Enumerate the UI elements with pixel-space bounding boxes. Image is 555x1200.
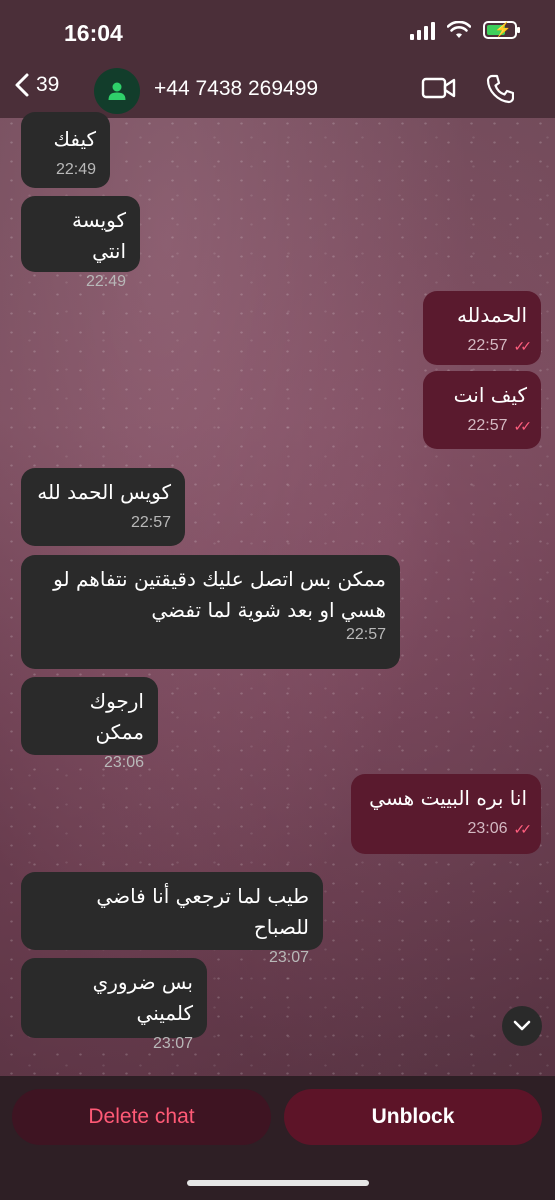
message-time: 23:06 [103,754,144,771]
message-bubble-incoming[interactable]: كويس الحمد لله 22:57 [21,468,185,546]
status-bar: 16:04 ⚡ [0,0,555,62]
message-time: 22:57 [345,626,386,643]
message-text: انا بره البييت هسي [369,786,527,810]
message-time: 22:49 [55,161,96,178]
phone-call-icon[interactable] [486,74,514,104]
message-time: 23:06 [467,820,508,837]
message-text: طيب لما ترجعي أنا فاضي للصباح [96,884,309,939]
scroll-to-bottom-button[interactable] [502,1006,542,1046]
unread-count: 39 [36,73,60,96]
message-bubble-outgoing[interactable]: الحمدلله 22:57 ✓✓ [423,291,541,365]
message-time: 22:57 [467,417,508,434]
double-check-icon: ✓✓ [513,821,533,837]
chevron-left-icon [15,73,29,97]
message-time: 22:49 [85,273,126,290]
message-bubble-outgoing[interactable]: كيف انت 22:57 ✓✓ [423,371,541,449]
unblock-button[interactable]: Unblock [284,1089,542,1145]
status-time: 16:04 [64,20,123,46]
message-bubble-incoming[interactable]: ارجوك ممكن 23:06 [21,677,158,771]
wifi-icon [447,21,471,38]
double-check-icon: ✓✓ [513,338,533,354]
message-text: ارجوك ممكن [89,689,144,744]
message-time: 23:07 [152,1035,193,1052]
contact-name[interactable]: +44 7438 269499 [154,77,318,101]
message-bubble-incoming[interactable]: كويسة انتي 22:49 [21,196,140,290]
message-time: 22:57 [130,514,171,531]
contact-avatar[interactable] [94,68,140,114]
message-text: ممكن بس اتصل عليك دقيقتين نتفاهم لو هسي … [53,567,386,622]
message-text: بس ضروري كلميني [92,970,193,1025]
message-time: 23:07 [268,949,309,966]
message-bubble-incoming[interactable]: كيفك 22:49 [21,112,110,188]
message-text: كويس الحمد لله [37,480,171,504]
delete-chat-button[interactable]: Delete chat [12,1089,271,1145]
message-text: كيف انت [453,383,527,407]
home-indicator[interactable] [187,1180,369,1186]
double-check-icon: ✓✓ [513,418,533,434]
message-bubble-incoming[interactable]: ممكن بس اتصل عليك دقيقتين نتفاهم لو هسي … [21,555,400,669]
chat-header: 39 +44 7438 269499 [0,62,555,118]
video-call-icon[interactable] [421,74,457,102]
message-text: كويسة انتي [72,208,126,263]
signal-icon [410,20,435,40]
message-time: 22:57 [467,337,508,354]
message-bubble-outgoing[interactable]: انا بره البييت هسي 23:06 ✓✓ [351,774,541,854]
message-bubble-incoming[interactable]: بس ضروري كلميني 23:07 [21,958,207,1052]
chevron-down-icon [513,1020,531,1031]
person-icon [108,82,126,100]
back-button[interactable]: 39 [14,72,59,98]
message-text: الحمدلله [456,303,527,327]
message-text: كيفك [53,127,96,151]
message-bubble-incoming[interactable]: طيب لما ترجعي أنا فاضي للصباح 23:07 [21,872,323,966]
battery-charging-icon: ⚡ [483,21,520,39]
